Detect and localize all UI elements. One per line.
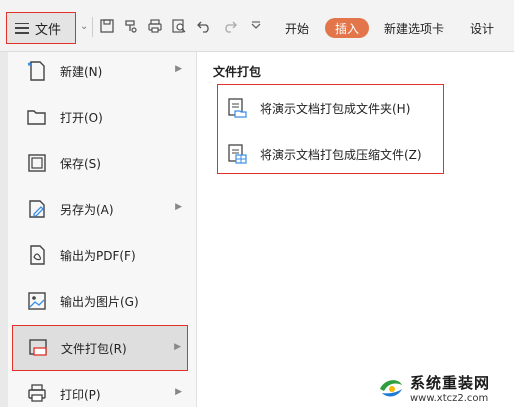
package-to-zip-button[interactable]: 将演示文档打包成压缩文件(Z) <box>226 137 440 171</box>
chevron-down-icon[interactable]: ⌄ <box>80 21 88 32</box>
menu-edge <box>0 52 8 407</box>
menu-item-label: 另存为(A) <box>60 202 114 217</box>
folder-open-icon <box>24 104 50 130</box>
package-icon <box>25 335 51 361</box>
menu-item-open[interactable]: 打开(O) <box>12 94 188 140</box>
save-icon <box>24 150 50 176</box>
chevron-right-icon: ▶ <box>175 64 182 74</box>
hamburger-icon <box>15 22 29 34</box>
export-pdf-icon <box>24 242 50 268</box>
tab-start[interactable]: 开始 <box>285 20 309 37</box>
watermark-title: 系统重装网 <box>410 373 491 392</box>
site-logo-icon <box>376 373 406 403</box>
menu-item-export-pdf[interactable]: 输出为PDF(F) <box>12 232 188 278</box>
tab-new-tab[interactable]: 新建选项卡 <box>384 20 444 37</box>
package-zip-icon <box>226 143 248 165</box>
menu-item-label: 保存(S) <box>60 156 101 171</box>
export-image-icon <box>24 288 50 314</box>
undo-icon[interactable] <box>196 18 212 34</box>
submenu-title: 文件打包 <box>213 65 262 79</box>
package-folder-icon <box>226 97 248 119</box>
menu-item-label: 新建(N) <box>60 64 103 79</box>
file-menu-label: 文件 <box>35 22 62 38</box>
more-dropdown-icon[interactable] <box>248 18 264 34</box>
chevron-right-icon: ▶ <box>175 387 182 397</box>
chevron-right-icon: ▶ <box>175 202 182 212</box>
redo-icon[interactable] <box>222 18 238 34</box>
menu-item-label: 输出为PDF(F) <box>60 248 136 263</box>
menu-item-label: 输出为图片(G) <box>60 294 139 309</box>
menu-item-package[interactable]: 文件打包(R) ▶ <box>12 325 188 371</box>
menu-item-print[interactable]: 打印(P) ▶ <box>12 371 188 407</box>
menu-item-label: 打印(P) <box>60 387 101 402</box>
toolbar-divider <box>92 17 93 37</box>
menu-item-save-as[interactable]: 另存为(A) ▶ <box>12 186 188 232</box>
tab-insert[interactable]: 插入 <box>325 18 369 38</box>
menu-item-label: 打开(O) <box>60 110 103 125</box>
toolbar: 文件 ⌄ 开始 插入 新建选项卡 设计 <box>0 0 514 52</box>
submenu-item-label: 将演示文档打包成压缩文件(Z) <box>260 147 422 162</box>
print-preview-icon[interactable] <box>171 18 187 34</box>
file-menu-button[interactable]: 文件 <box>6 12 76 44</box>
package-to-folder-button[interactable]: 将演示文档打包成文件夹(H) <box>226 91 440 125</box>
menu-item-save[interactable]: 保存(S) <box>12 140 188 186</box>
menu-item-new[interactable]: 新建(N) ▶ <box>12 48 188 94</box>
menu-item-label: 文件打包(R) <box>61 341 127 356</box>
site-watermark: 系统重装网 www.xtcz2.com <box>376 368 514 407</box>
save-icon[interactable] <box>99 18 115 34</box>
menu-item-export-image[interactable]: 输出为图片(G) <box>12 278 188 324</box>
print-icon <box>24 381 50 407</box>
print-icon[interactable] <box>147 18 163 34</box>
tab-design[interactable]: 设计 <box>470 20 494 37</box>
save-as-icon <box>24 196 50 222</box>
chevron-right-icon: ▶ <box>174 342 181 352</box>
watermark-url: www.xtcz2.com <box>410 392 489 404</box>
submenu-item-label: 将演示文档打包成文件夹(H) <box>260 101 411 116</box>
format-painter-icon[interactable] <box>123 18 139 34</box>
new-doc-icon <box>24 58 50 84</box>
